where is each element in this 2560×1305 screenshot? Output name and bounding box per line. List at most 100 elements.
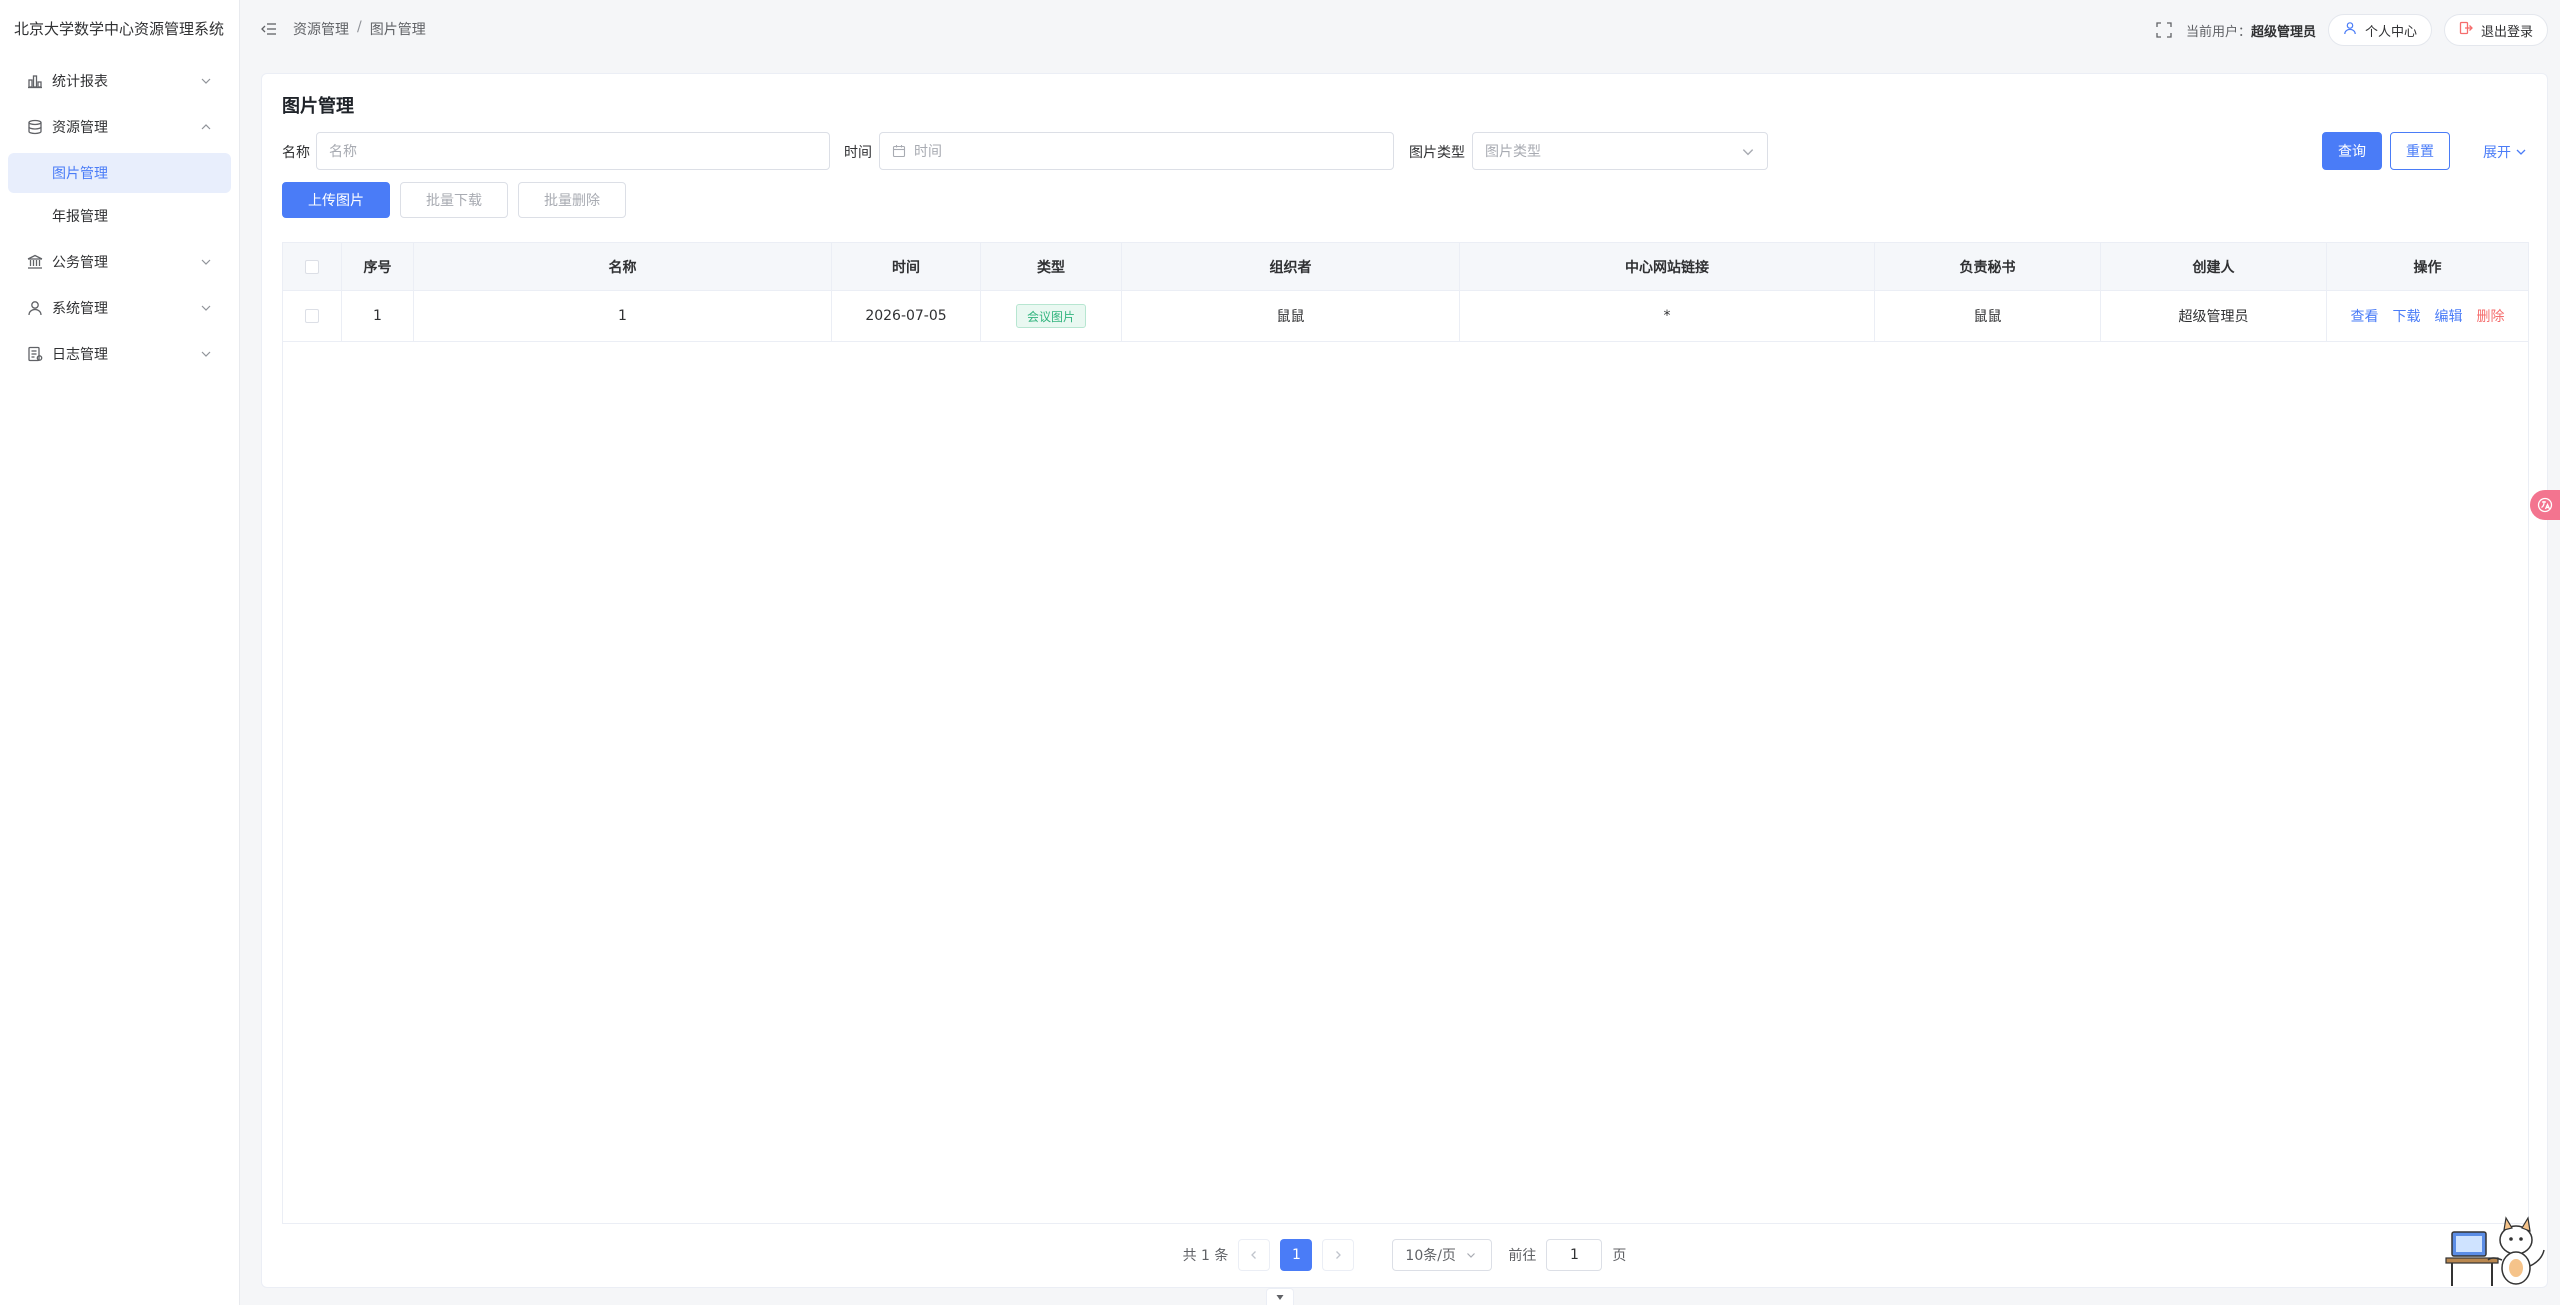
reset-button[interactable]: 重置 xyxy=(2390,132,2450,170)
bank-icon xyxy=(26,253,44,271)
cell-secretary: 鼠鼠 xyxy=(1875,291,2101,341)
name-filter-label: 名称 xyxy=(282,145,310,161)
chevron-down-icon xyxy=(2516,149,2526,155)
bottom-toggle[interactable] xyxy=(1266,1288,1294,1305)
chevron-right-icon xyxy=(1336,1251,1342,1259)
name-filter-input[interactable]: 名称 xyxy=(316,132,830,170)
profile-label: 个人中心 xyxy=(2364,24,2417,40)
page-suffix: 页 xyxy=(1612,1248,1627,1264)
mascot-illustration xyxy=(2442,1210,2552,1290)
top-header: 资源管理 / 图片管理 当前用户：超级管理员 个人中心 退出登录 xyxy=(241,0,2560,58)
chevron-down-icon xyxy=(199,255,213,269)
column-header: 创建人 xyxy=(2101,243,2327,290)
sidebar-item-official[interactable]: 公务管理 xyxy=(0,239,239,285)
chevron-down-icon xyxy=(199,301,213,315)
time-filter-label: 时间 xyxy=(844,145,872,161)
download-link[interactable]: 下载 xyxy=(2393,306,2421,326)
collapse-menu-icon[interactable] xyxy=(259,19,279,39)
sidebar: 北京大学数学中心资源管理系统 统计报表 资源管理 图片管理 年报管理 公务管理 … xyxy=(0,0,240,1305)
select-all-cell xyxy=(283,243,342,290)
page-size-select[interactable]: 10条/页 xyxy=(1392,1239,1493,1271)
sidebar-item-logs[interactable]: 日志管理 xyxy=(0,331,239,377)
cell-type: 会议图片 xyxy=(981,291,1122,341)
sidebar-item-image-management[interactable]: 图片管理 xyxy=(8,153,231,193)
table-row: 1 1 2026-07-05 会议图片 鼠鼠 * 鼠鼠 超级管理员 查看 下载 … xyxy=(283,291,2528,342)
main-card: 图片管理 名称 名称 时间 时间 图片类型 图片类型 查询 重置 展开 上传图片… xyxy=(261,73,2548,1288)
header-actions: 当前用户：超级管理员 个人中心 退出登录 xyxy=(2154,14,2548,46)
expand-toggle[interactable]: 展开 xyxy=(2483,142,2527,162)
sidebar-item-annual-report[interactable]: 年报管理 xyxy=(8,196,231,236)
sidebar-item-label: 公务管理 xyxy=(52,255,108,271)
table-header-row: 序号 名称 时间 类型 组织者 中心网站链接 负责秘书 创建人 操作 xyxy=(283,243,2528,291)
prev-page-button[interactable] xyxy=(1238,1239,1271,1271)
row-select-cell xyxy=(283,291,342,341)
app-title: 北京大学数学中心资源管理系统 xyxy=(14,20,225,38)
select-all-checkbox[interactable] xyxy=(305,259,319,274)
name-filter-placeholder: 名称 xyxy=(329,144,357,160)
logout-button[interactable]: 退出登录 xyxy=(2443,14,2548,46)
sidebar-item-statistics[interactable]: 统计报表 xyxy=(0,58,239,104)
time-filter-input[interactable]: 时间 xyxy=(879,132,1394,170)
breadcrumb-item: 图片管理 xyxy=(369,22,426,38)
cell-name: 1 xyxy=(414,291,832,341)
goto-page-input[interactable]: 1 xyxy=(1546,1239,1603,1271)
type-tag: 会议图片 xyxy=(1015,304,1086,328)
cell-link: * xyxy=(1460,291,1875,341)
current-user-name: 超级管理员 xyxy=(2250,24,2316,40)
calendar-icon xyxy=(892,145,906,158)
column-header: 序号 xyxy=(342,243,414,290)
column-header: 时间 xyxy=(832,243,981,290)
column-header: 操作 xyxy=(2413,259,2442,276)
logout-label: 退出登录 xyxy=(2480,24,2533,40)
edit-link[interactable]: 编辑 xyxy=(2435,306,2463,326)
current-user: 当前用户：超级管理员 xyxy=(2186,21,2316,40)
next-page-button[interactable] xyxy=(1322,1239,1355,1271)
delete-link[interactable]: 删除 xyxy=(2477,306,2505,326)
profile-button[interactable]: 个人中心 xyxy=(2327,14,2432,46)
time-filter-placeholder: 时间 xyxy=(914,144,942,160)
chevron-up-icon xyxy=(199,120,213,134)
user-icon xyxy=(26,299,44,317)
column-header: 名称 xyxy=(414,243,832,290)
page-size-value: 10条/页 xyxy=(1405,1248,1456,1264)
sidebar-item-label: 统计报表 xyxy=(52,74,108,90)
column-header: 负责秘书 xyxy=(1875,243,2101,290)
upload-image-button[interactable]: 上传图片 xyxy=(282,182,390,218)
type-filter-select[interactable]: 图片类型 xyxy=(1472,132,1768,170)
expand-label: 展开 xyxy=(2483,145,2511,161)
translate-float-icon[interactable] xyxy=(2530,490,2560,520)
cell-index: 1 xyxy=(342,291,414,341)
log-icon xyxy=(26,345,44,363)
column-header: 中心网站链接 xyxy=(1460,243,1875,290)
table-actions: 上传图片 批量下载 批量删除 xyxy=(282,182,682,220)
sidebar-item-system[interactable]: 系统管理 xyxy=(0,285,239,331)
fullscreen-icon[interactable] xyxy=(2154,20,2174,40)
image-table: 序号 名称 时间 类型 组织者 中心网站链接 负责秘书 创建人 操作 1 1 2… xyxy=(282,242,2529,1224)
bar-chart-icon xyxy=(26,72,44,90)
breadcrumb-item[interactable]: 资源管理 xyxy=(293,19,349,39)
user-circle-icon xyxy=(2343,21,2357,39)
sidebar-item-label: 系统管理 xyxy=(52,301,108,317)
cell-creator: 超级管理员 xyxy=(2101,291,2327,341)
cell-time: 2026-07-05 xyxy=(832,291,981,341)
cell-organizer: 鼠鼠 xyxy=(1122,291,1460,341)
caret-down-icon xyxy=(1276,1295,1284,1300)
type-filter-placeholder: 图片类型 xyxy=(1485,144,1541,160)
sidebar-item-resources[interactable]: 资源管理 xyxy=(0,104,239,150)
current-user-label: 当前用户： xyxy=(2185,24,2251,40)
logout-icon xyxy=(2459,21,2473,39)
chevron-down-icon xyxy=(1467,1253,1475,1258)
row-checkbox[interactable] xyxy=(305,309,319,323)
batch-delete-button[interactable]: 批量删除 xyxy=(518,182,626,218)
pagination: 共 1 条 1 10条/页 前往 1 页 xyxy=(262,1239,2547,1271)
chevron-left-icon xyxy=(1251,1251,1257,1259)
page-number-button[interactable]: 1 xyxy=(1280,1239,1313,1271)
filter-form: 名称 名称 时间 时间 图片类型 图片类型 查询 重置 展开 xyxy=(282,132,2527,170)
chevron-down-icon xyxy=(199,74,213,88)
chevron-down-icon xyxy=(1742,149,1754,156)
query-button[interactable]: 查询 xyxy=(2322,132,2382,170)
sidebar-item-label: 日志管理 xyxy=(52,347,108,363)
batch-download-button[interactable]: 批量下载 xyxy=(400,182,508,218)
view-link[interactable]: 查看 xyxy=(2351,306,2379,326)
breadcrumb-separator: / xyxy=(357,19,362,35)
